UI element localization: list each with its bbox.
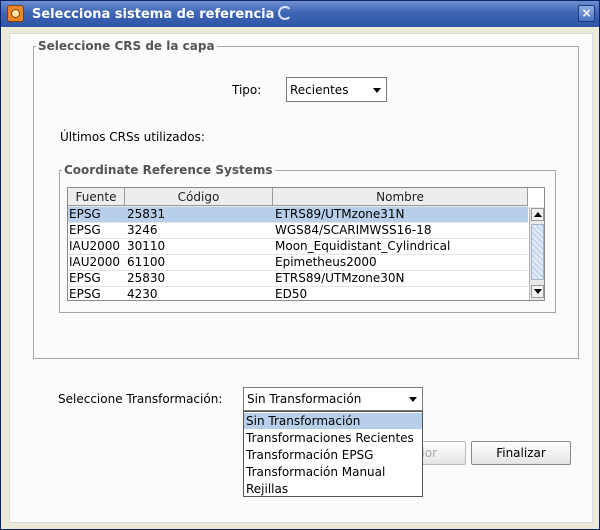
dropdown-option[interactable]: Transformaciones Recientes — [244, 430, 422, 446]
cell-fuente: EPSG — [69, 271, 101, 285]
table-vertical-scrollbar[interactable] — [529, 207, 544, 300]
titlebar[interactable]: Selecciona sistema de referencia × — [1, 1, 599, 27]
cell-fuente: EPSG — [69, 223, 101, 237]
cell-fuente: IAU2000 — [69, 239, 121, 253]
swirl-icon — [278, 6, 293, 20]
tipo-combo[interactable]: Recientes — [286, 77, 387, 102]
transformacion-combo[interactable]: Sin Transformación — [243, 387, 423, 411]
chevron-down-icon — [373, 88, 381, 93]
close-button[interactable]: × — [578, 5, 595, 22]
dropdown-option[interactable]: Transformación EPSG — [244, 447, 422, 463]
transformacion-combo-value: Sin Transformación — [247, 392, 362, 406]
dropdown-option[interactable]: Sin Transformación — [244, 413, 422, 429]
cell-nombre: ED50 — [275, 287, 308, 301]
crs-table: Fuente Código Nombre EPSG 25831 ETRS89/U… — [67, 187, 545, 301]
cell-nombre: WGS84/SCARIMWSS16-18 — [275, 223, 432, 237]
tipo-label: Tipo: — [232, 83, 262, 97]
chevron-down-icon — [409, 397, 417, 402]
transformacion-label: Seleccione Transformación: — [58, 392, 223, 406]
cell-codigo: 4230 — [127, 287, 158, 301]
scroll-thumb[interactable] — [531, 224, 544, 280]
tipo-combo-value: Recientes — [290, 83, 349, 97]
cell-codigo: 25831 — [127, 207, 166, 221]
crs-group-legend: Coordinate Reference Systems — [64, 163, 273, 177]
cell-codigo: 30110 — [127, 239, 166, 253]
table-row[interactable]: EPSG 3246 WGS84/SCARIMWSS16-18 — [68, 223, 528, 239]
crs-table-header: Fuente Código Nombre — [68, 188, 528, 207]
capa-crs-legend: Seleccione CRS de la capa — [38, 39, 215, 53]
cell-nombre: Epimetheus2000 — [275, 255, 377, 269]
column-header-fuente[interactable]: Fuente — [68, 188, 125, 206]
cell-fuente: EPSG — [69, 207, 101, 221]
dropdown-option[interactable]: Transformación Manual — [244, 464, 422, 480]
cell-codigo: 25830 — [127, 271, 166, 285]
crs-dialog-window: Selecciona sistema de referencia × Selec… — [0, 0, 600, 530]
table-row[interactable]: IAU2000 30110 Moon_Equidistant_Cylindric… — [68, 239, 528, 255]
table-row[interactable]: EPSG 25830 ETRS89/UTMzone30N — [68, 271, 528, 287]
transformacion-dropdown-list: Sin Transformación Transformaciones Reci… — [243, 411, 423, 497]
cell-fuente: EPSG — [69, 287, 101, 301]
cell-nombre: ETRS89/UTMzone31N — [275, 207, 405, 221]
close-icon: × — [581, 6, 592, 20]
window-title: Selecciona sistema de referencia — [32, 6, 293, 22]
anterior-button-label: ior — [421, 446, 437, 460]
finalizar-button[interactable]: Finalizar — [471, 441, 571, 465]
table-row[interactable]: IAU2000 61100 Epimetheus2000 — [68, 255, 528, 271]
dropdown-option[interactable]: Rejillas — [244, 481, 422, 497]
app-logo-icon — [7, 5, 24, 22]
cell-codigo: 3246 — [127, 223, 158, 237]
scroll-up-button[interactable] — [531, 208, 544, 221]
cell-fuente: IAU2000 — [69, 255, 121, 269]
cell-codigo: 61100 — [127, 255, 166, 269]
column-header-codigo[interactable]: Código — [125, 188, 273, 206]
cell-nombre: ETRS89/UTMzone30N — [275, 271, 405, 285]
table-row[interactable]: EPSG 25831 ETRS89/UTMzone31N — [68, 207, 528, 223]
table-row[interactable]: EPSG 4230 ED50 — [68, 287, 528, 301]
cell-nombre: Moon_Equidistant_Cylindrical — [275, 239, 451, 253]
ultimos-crs-label: Últimos CRSs utilizados: — [60, 130, 205, 144]
scroll-down-button[interactable] — [531, 285, 544, 298]
column-header-nombre[interactable]: Nombre — [273, 188, 528, 206]
